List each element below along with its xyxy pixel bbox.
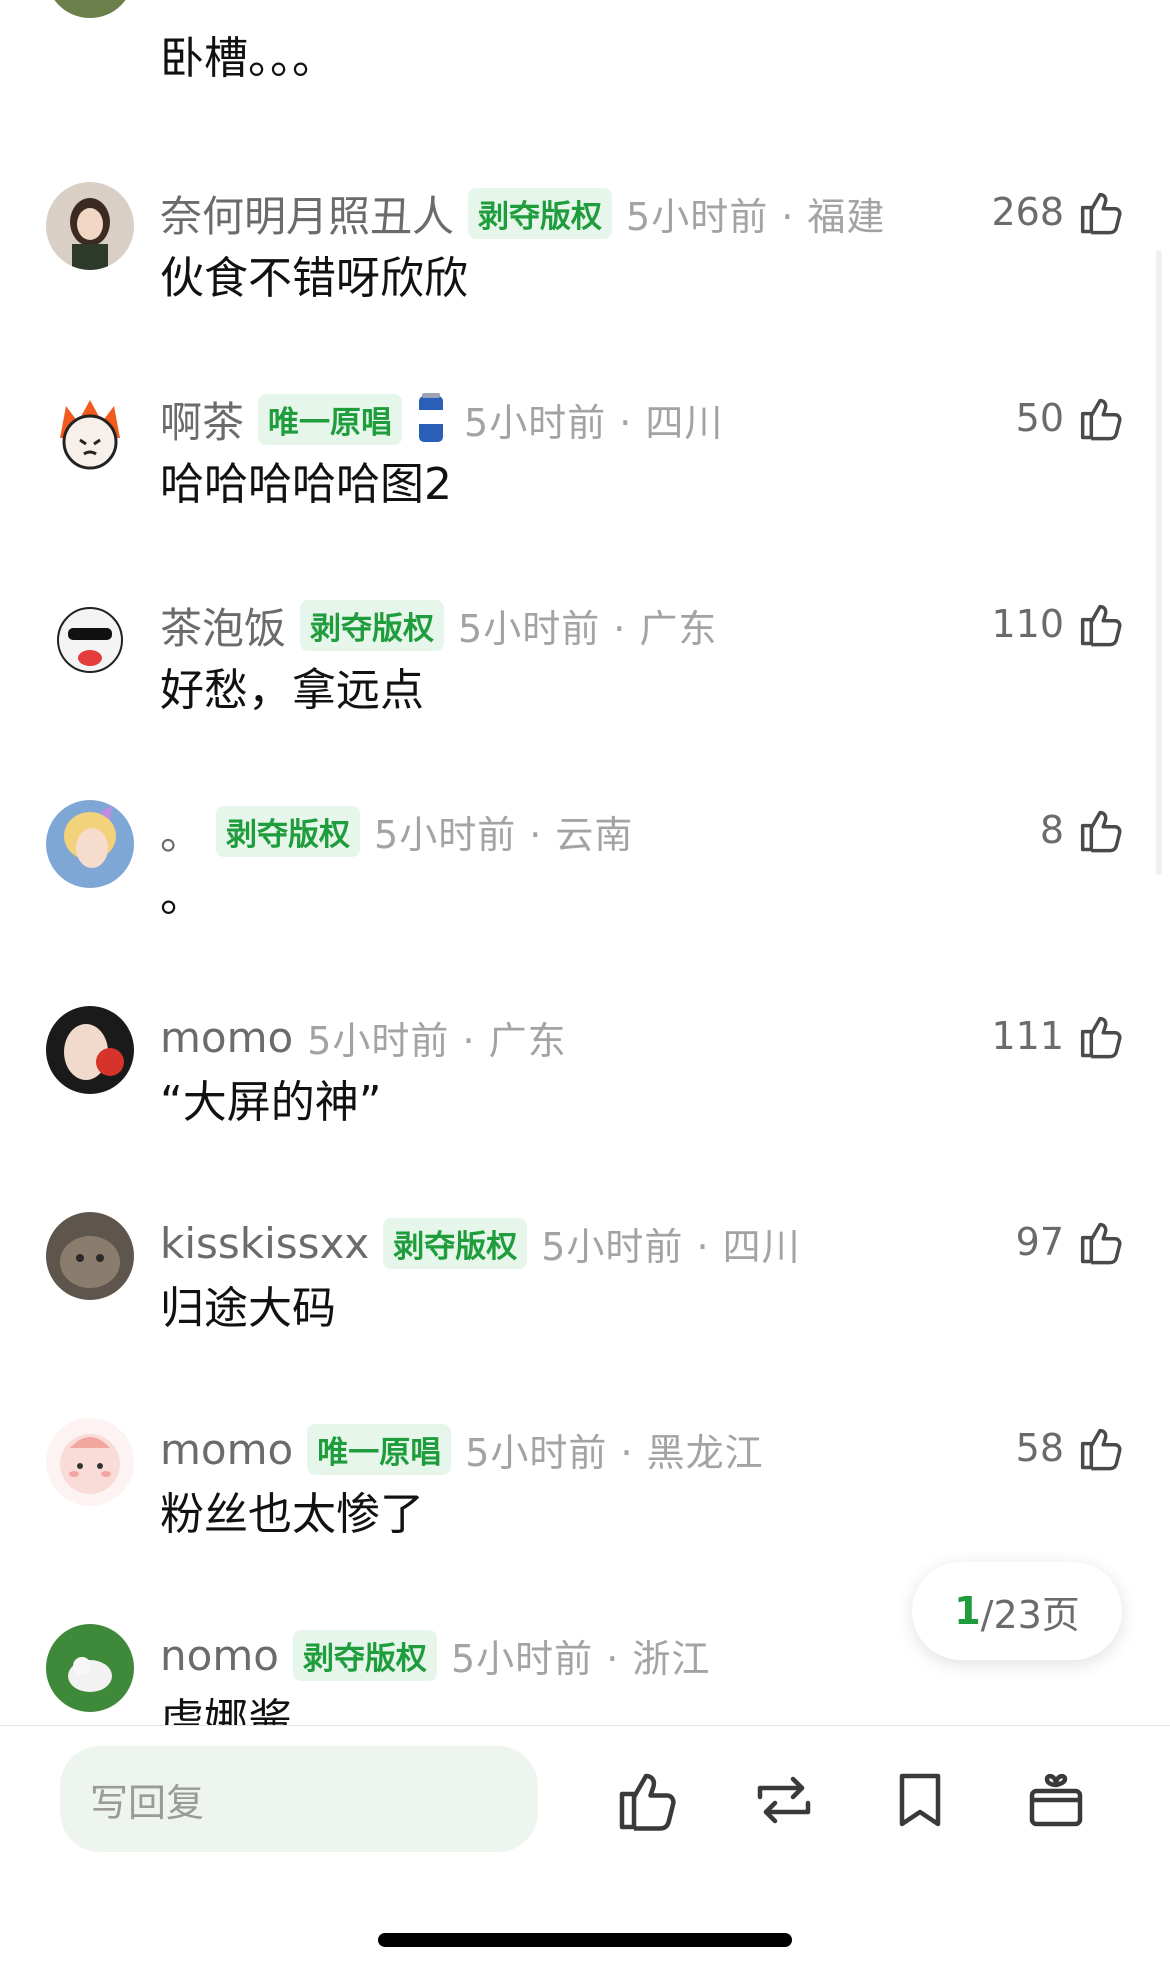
username[interactable]: 茶泡饭 [160,595,286,656]
like-button[interactable]: 268 [991,184,1126,240]
comment-item[interactable]: 卧槽。。。 [0,0,1170,124]
badge: 剥夺版权 [216,805,361,857]
badge: 剥夺版权 [468,187,613,239]
avatar[interactable] [46,594,134,682]
bookmark-button[interactable] [884,1764,956,1836]
comment-item[interactable]: 。 剥夺版权 5小时前 · 云南 8 。 [0,788,1170,994]
like-count: 97 [1015,1220,1064,1264]
home-indicator [378,1933,792,1947]
comment-text: 卧槽。。。 [160,33,336,84]
avatar[interactable] [46,182,134,270]
thumbs-up-icon [1074,1422,1126,1474]
comment-text: 。 [160,871,204,922]
thumbs-up-icon [1074,392,1126,444]
like-button[interactable]: 58 [1016,1420,1126,1476]
comment-text: 哈哈哈哈哈图2 [160,459,452,510]
comment-text: 粉丝也太惨了 [160,1489,424,1540]
username[interactable]: 啊茶 [160,389,244,450]
like-count: 268 [991,190,1064,234]
drink-can-icon [416,392,446,446]
username[interactable]: kisskissxx [160,1219,369,1268]
comment-meta: 奈何明月照丑人 剥夺版权 5小时前 · 福建 [160,186,886,241]
like-count: 110 [991,602,1064,646]
comment-item[interactable]: 啊茶 唯一原唱 5小时前 · 四川 50 哈哈哈哈哈图2 [0,376,1170,582]
gift-icon [1020,1764,1092,1836]
comment-item[interactable]: 茶泡饭 剥夺版权 5小时前 · 广东 110 好愁，拿远点 [0,582,1170,788]
total-pages: /23页 [980,1592,1080,1637]
comment-meta: 。 剥夺版权 5小时前 · 云南 [160,804,634,859]
timestamp-location: 5小时前 · 云南 [374,812,634,857]
gift-button[interactable] [1020,1764,1092,1836]
comment-text: 伙食不错呀欣欣 [160,253,468,304]
thumbs-up-icon [1074,598,1126,650]
username[interactable]: nomo [160,1631,279,1680]
timestamp-location: 5小时前 · 四川 [541,1224,801,1269]
comment-meta: momo 5小时前 · 广东 [160,1010,567,1064]
scrollbar[interactable] [1156,250,1162,875]
like-button[interactable]: 8 [1040,802,1126,858]
like-count: 58 [1015,1426,1064,1470]
thumbs-up-icon [1074,804,1126,856]
comment-item[interactable]: 奈何明月照丑人 剥夺版权 5小时前 · 福建 268 伙食不错呀欣欣 [0,170,1170,376]
badge: 剥夺版权 [383,1217,528,1269]
comment-meta: momo 唯一原唱 5小时前 · 黑龙江 [160,1422,764,1476]
comment-meta: nomo 剥夺版权 5小时前 · 浙江 [160,1628,710,1682]
like-count: 111 [991,1014,1064,1058]
comment-meta: 茶泡饭 剥夺版权 5小时前 · 广东 [160,598,718,653]
comment-meta: kisskissxx 剥夺版权 5小时前 · 四川 [160,1216,801,1270]
repost-icon [748,1764,820,1836]
current-page: 1 [954,1589,981,1633]
badge: 唯一原唱 [307,1423,452,1475]
avatar[interactable] [46,1212,134,1300]
username[interactable]: momo [160,1425,293,1474]
timestamp-location: 5小时前 · 广东 [307,1018,567,1063]
comment-text: 好愁，拿远点 [160,665,424,716]
comment-text: 归途大码 [160,1283,336,1334]
comment-meta: 啊茶 唯一原唱 5小时前 · 四川 [160,392,724,447]
thumbs-up-icon [1074,1010,1126,1062]
like-button[interactable]: 97 [1016,1214,1126,1270]
like-button[interactable]: 110 [991,596,1126,652]
like-count: 8 [1039,808,1064,852]
comment-item[interactable]: momo 5小时前 · 广东 111 “大屏的神” [0,994,1170,1200]
comment-text: “大屏的神” [160,1077,382,1128]
reply-input[interactable]: 写回复 [60,1746,538,1852]
username[interactable]: 。 [160,801,202,862]
like-button[interactable]: 111 [991,1008,1126,1064]
username[interactable]: momo [160,1013,293,1062]
page-indicator[interactable]: 1 /23页 [912,1562,1122,1660]
badge: 剥夺版权 [292,1629,437,1681]
avatar[interactable] [46,1006,134,1094]
avatar[interactable] [46,1624,134,1712]
badge: 剥夺版权 [300,599,445,651]
repost-button[interactable] [748,1764,820,1836]
timestamp-location: 5小时前 · 福建 [626,194,886,239]
comment-item[interactable]: kisskissxx 剥夺版权 5小时前 · 四川 97 归途大码 [0,1200,1170,1406]
like-button[interactable]: 50 [1016,390,1126,446]
thumbs-up-icon [1074,1216,1126,1268]
thumbs-up-icon [610,1764,682,1836]
timestamp-location: 5小时前 · 浙江 [450,1636,711,1681]
timestamp-location: 5小时前 · 黑龙江 [465,1430,764,1475]
avatar[interactable] [46,388,134,476]
avatar[interactable] [46,800,134,888]
avatar[interactable] [46,0,134,18]
timestamp-location: 5小时前 · 广东 [458,606,718,651]
bookmark-icon [884,1764,956,1836]
like-count: 50 [1015,396,1064,440]
badge: 唯一原唱 [258,393,403,445]
thumbs-up-icon [1074,186,1126,238]
avatar[interactable] [46,1418,134,1506]
like-action-button[interactable] [610,1764,682,1836]
username[interactable]: 奈何明月照丑人 [160,183,454,244]
timestamp-location: 5小时前 · 四川 [464,400,724,445]
reply-placeholder: 写回复 [90,1780,205,1825]
